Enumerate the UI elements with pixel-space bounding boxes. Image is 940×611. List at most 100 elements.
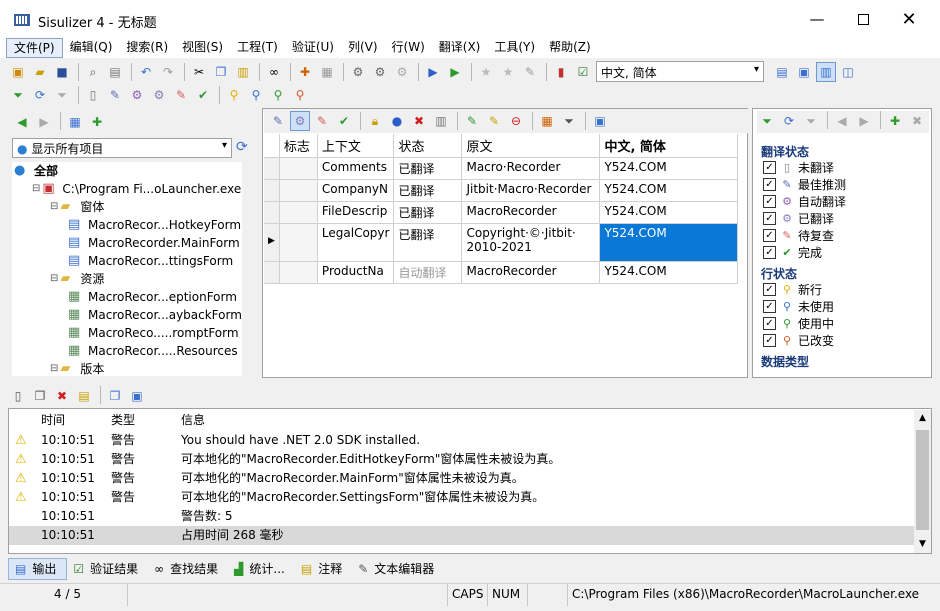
grid-guess-button[interactable]: ✎ (268, 111, 288, 131)
context-cell[interactable]: CompanyN (316, 179, 395, 202)
menu-tools[interactable]: 工具(Y) (487, 38, 542, 58)
collapse-icon[interactable]: ⊟ (32, 180, 40, 198)
row-used-button[interactable]: ⚲ (268, 85, 288, 105)
forward-button[interactable]: ▶ (34, 112, 54, 132)
rp-next-button[interactable]: ▶ (854, 111, 874, 131)
grid-layout-button[interactable]: ▦ (537, 111, 557, 131)
rp-remove-button[interactable]: ✖ (907, 111, 927, 131)
layout3-button[interactable]: ▥ (816, 62, 836, 82)
validate-button[interactable]: ☑ (573, 62, 593, 82)
project-tree[interactable]: ● 全部 ⊟ ▣ C:\Program Fi...oLauncher.exe ⊟ ▰ 窗体 ▤ M… (12, 162, 256, 376)
grid-row[interactable]: CompanyN 已翻译 Jitbit·Macro·Recorder Y524.COM (264, 179, 739, 202)
rp-prev-button[interactable]: ◀ (832, 111, 852, 131)
state-complete-button[interactable]: ✔ (193, 85, 213, 105)
tree-options-button[interactable]: ▦ (65, 112, 85, 132)
context-cell[interactable]: FileDescrip (316, 201, 395, 224)
rp-clear-button[interactable]: ⏷ (801, 111, 821, 131)
checkbox[interactable]: ✓ (763, 229, 776, 242)
item-filter-combo[interactable]: ● 显示所有项目 ▾ (12, 138, 232, 158)
cut-button[interactable]: ✂ (189, 62, 209, 82)
target-cell[interactable]: Y524.COM (599, 157, 739, 180)
tree-item[interactable]: ▦ MacroReco.....romptForm (68, 324, 239, 342)
flags-cell[interactable] (278, 179, 318, 202)
star2-button[interactable]: ★ (498, 62, 518, 82)
tree-item[interactable]: ▤ MacroRecor...HotkeyForm (68, 216, 241, 234)
menu-validate[interactable]: 验证(U) (285, 38, 341, 58)
scroll-down-icon[interactable]: ▼ (914, 536, 931, 553)
state-untranslated-button[interactable]: ▯ (83, 85, 103, 105)
target-cell[interactable]: Y524.COM (599, 261, 739, 284)
row-new-button[interactable]: ⚲ (224, 85, 244, 105)
output-row[interactable]: 10:10:51 警告数: 5 (9, 507, 915, 526)
context-cell[interactable]: LegalCopyr (316, 223, 395, 262)
row-unused-button[interactable]: ⚲ (246, 85, 266, 105)
undo-button[interactable]: ↶ (136, 62, 156, 82)
menu-row[interactable]: 行(W) (385, 38, 432, 58)
status-cell[interactable]: 已翻译 (393, 223, 463, 262)
status-cell[interactable]: 已翻译 (393, 157, 463, 180)
status-cell[interactable]: 已翻译 (393, 179, 463, 202)
filter2-button[interactable]: ⏷ (52, 85, 72, 105)
scroll-up-icon[interactable]: ▲ (914, 410, 931, 427)
out-view-button[interactable]: ▣ (127, 386, 147, 406)
target-cell[interactable]: Y524.COM (599, 201, 739, 224)
refresh-button[interactable]: ⟳ (30, 85, 50, 105)
target-cell[interactable]: Y524.COM (599, 179, 739, 202)
filter-checkbox-item[interactable]: ✓ ▯ 未翻译 (763, 159, 834, 176)
out-window-button[interactable]: ❐ (105, 386, 125, 406)
out-col-type[interactable]: 类型 (111, 411, 135, 430)
open-button[interactable]: ▰ (30, 62, 50, 82)
status-cell[interactable]: 已翻译 (393, 201, 463, 224)
tree-item[interactable]: ▦ MacroRecor...eptionForm (68, 288, 237, 306)
source-cell[interactable]: Macro·Recorder (461, 157, 601, 180)
run-button[interactable]: ▶ (423, 62, 443, 82)
grid-row[interactable]: FileDescrip 已翻译 MacroRecorder Y524.COM (264, 201, 739, 224)
out-col-time[interactable]: 时间 (41, 411, 65, 430)
checkbox[interactable]: ✓ (763, 195, 776, 208)
col-context[interactable]: 上下文 (316, 134, 395, 158)
checkbox[interactable]: ✓ (763, 300, 776, 313)
edit-button[interactable]: ✎ (520, 62, 540, 82)
menu-view[interactable]: 视图(S) (175, 38, 230, 58)
col-target[interactable]: 中文, 简体 (599, 134, 739, 158)
grid-row[interactable]: Comments 已翻译 Macro·Recorder Y524.COM (264, 157, 739, 180)
stop-button[interactable]: ⊖ (506, 111, 526, 131)
tree-item[interactable]: ⊟ ▰ 版本 (50, 360, 104, 377)
menu-help[interactable]: 帮助(Z) (542, 38, 598, 58)
edit-note2-button[interactable]: ✎ (484, 111, 504, 131)
menu-column[interactable]: 列(V) (341, 38, 385, 58)
rp-refresh-button[interactable]: ⟳ (779, 111, 799, 131)
flags-cell[interactable] (278, 261, 318, 284)
grid-review-button[interactable]: ✎ (312, 111, 332, 131)
build-button[interactable]: ▦ (317, 62, 337, 82)
maximize-button[interactable] (840, 0, 886, 38)
filter-checkbox-item[interactable]: ✓ ✔ 完成 (763, 244, 822, 261)
context-cell[interactable]: ProductNa (316, 261, 395, 284)
checkbox[interactable]: ✓ (763, 334, 776, 347)
out-delete-button[interactable]: ✖ (52, 386, 72, 406)
layout1-button[interactable]: ▤ (772, 62, 792, 82)
collapse-icon[interactable]: ⊟ (50, 270, 58, 288)
info-button[interactable]: ● (387, 111, 407, 131)
out-page-button[interactable]: ▯ (8, 386, 28, 406)
output-row[interactable]: ⚠ 10:10:51 警告 You should have .NET 2.0 SDK … (9, 431, 915, 450)
find-button[interactable]: ∞ (264, 62, 284, 82)
grid-complete-button[interactable]: ✔ (334, 111, 354, 131)
language-combo[interactable]: 中文, 简体 ▾ (596, 61, 764, 82)
output-row[interactable]: ⚠ 10:10:51 警告 可本地化的"MacroRecorder.MainForm"… (9, 469, 915, 488)
out-note-button[interactable]: ▤ (74, 386, 94, 406)
row-changed-button[interactable]: ⚲ (290, 85, 310, 105)
tab-text-editor[interactable]: ✎ 文本编辑器 (352, 558, 444, 580)
scan-button[interactable]: ▤ (105, 62, 125, 82)
filter-checkbox-item[interactable]: ✓ ⚙ 自动翻译 (763, 193, 846, 210)
tree-item[interactable]: ⊟ ▰ 窗体 (50, 198, 104, 216)
state-translated-button[interactable]: ⚙ (149, 85, 169, 105)
star-button[interactable]: ★ (476, 62, 496, 82)
edit-note-button[interactable]: ✎ (462, 111, 482, 131)
layout4-button[interactable]: ◫ (838, 62, 858, 82)
filter-checkbox-item[interactable]: ✓ ✎ 最佳推测 (763, 176, 846, 193)
tab-notes[interactable]: ▤ 注释 (295, 558, 352, 580)
checkbox[interactable]: ✓ (763, 212, 776, 225)
checkbox[interactable]: ✓ (763, 161, 776, 174)
collapse-icon[interactable]: ⊟ (50, 360, 58, 376)
